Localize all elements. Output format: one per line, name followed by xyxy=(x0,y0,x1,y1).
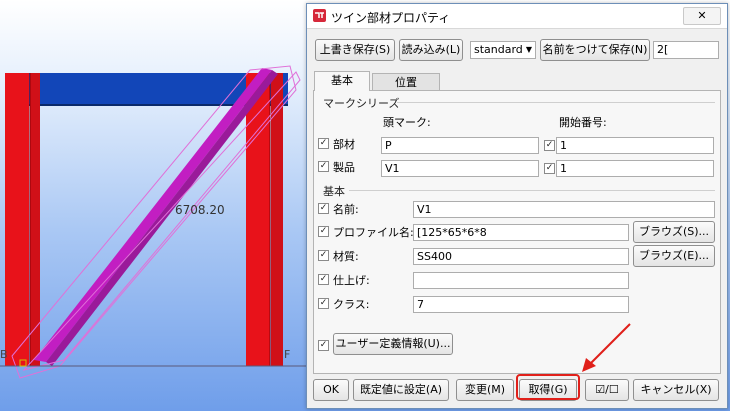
finish-label: 仕上げ: xyxy=(333,274,370,287)
finish-field[interactable] xyxy=(413,272,629,289)
overwrite-save-button[interactable]: 上書き保存(S) xyxy=(315,39,395,61)
divider xyxy=(397,102,715,103)
preset-selected-value: standard xyxy=(474,43,523,56)
name-checkbox[interactable]: ✓ xyxy=(318,203,329,214)
twin-member-properties-dialog: ツイン部材プロパティ ✕ 上書き保存(S) 読み込み(L) standard ▼… xyxy=(306,3,728,409)
part-checkbox[interactable]: ✓ xyxy=(318,138,329,149)
load-button[interactable]: 読み込み(L) xyxy=(399,39,463,61)
modify-button[interactable]: 変更(M) xyxy=(456,379,514,401)
udf-checkbox[interactable]: ✓ xyxy=(318,340,329,351)
column-left xyxy=(5,73,29,366)
diagonal-brace xyxy=(34,68,272,362)
part-start-field[interactable]: 1 xyxy=(556,137,714,154)
material-label: 材質: xyxy=(333,250,359,263)
chevron-down-icon: ▼ xyxy=(525,45,532,54)
start-number-column-label: 開始番号: xyxy=(559,116,607,129)
save-as-button[interactable]: 名前をつけて保存(N) xyxy=(540,39,650,61)
save-as-name-field[interactable]: 2[ xyxy=(653,41,719,59)
name-label: 名前: xyxy=(333,203,359,216)
ok-button[interactable]: OK xyxy=(313,379,349,401)
class-field[interactable]: 7 xyxy=(413,296,629,313)
preset-select[interactable]: standard ▼ xyxy=(470,41,536,59)
tab-basic[interactable]: 基本 xyxy=(314,71,370,91)
mark-series-heading: マークシリーズ xyxy=(323,97,400,110)
basic-heading: 基本 xyxy=(323,185,345,198)
close-icon: ✕ xyxy=(697,9,707,22)
title-bar[interactable]: ツイン部材プロパティ ✕ xyxy=(307,4,727,29)
profile-checkbox[interactable]: ✓ xyxy=(318,226,329,237)
class-label: クラス: xyxy=(333,298,370,311)
toggle-all-button[interactable]: ☑/☐ xyxy=(585,379,629,401)
profile-field[interactable]: [125*65*6*8 xyxy=(413,224,629,241)
dimension-label: 6708.20 xyxy=(175,203,225,217)
profile-label: プロファイル名: xyxy=(333,226,414,239)
annotation-arrow xyxy=(582,323,631,372)
assembly-start-field[interactable]: 1 xyxy=(556,160,714,177)
material-checkbox[interactable]: ✓ xyxy=(318,250,329,261)
grid-label-right: F xyxy=(284,348,291,361)
prefix-column-label: 頭マーク: xyxy=(383,116,431,129)
close-button[interactable]: ✕ xyxy=(683,7,721,25)
user-defined-info-button[interactable]: ユーザー定義情報(U)... xyxy=(333,333,453,355)
name-field[interactable]: V1 xyxy=(413,201,715,218)
set-default-button[interactable]: 既定値に設定(A) xyxy=(353,379,449,401)
grid-label-left: B xyxy=(0,348,8,361)
part-start-checkbox[interactable]: ✓ xyxy=(544,140,555,151)
app-icon xyxy=(313,9,326,22)
finish-checkbox[interactable]: ✓ xyxy=(318,274,329,285)
class-checkbox[interactable]: ✓ xyxy=(318,298,329,309)
part-prefix-field[interactable]: P xyxy=(381,137,539,154)
material-field[interactable]: SS400 xyxy=(413,248,629,265)
profile-browse-button[interactable]: ブラウズ(S)... xyxy=(633,221,715,243)
assembly-start-checkbox[interactable]: ✓ xyxy=(544,163,555,174)
assembly-checkbox[interactable]: ✓ xyxy=(318,161,329,172)
assembly-label: 製品 xyxy=(333,161,355,174)
assembly-prefix-field[interactable]: V1 xyxy=(381,160,539,177)
column-right xyxy=(246,73,270,366)
dialog-title: ツイン部材プロパティ xyxy=(331,11,451,25)
cancel-button[interactable]: キャンセル(X) xyxy=(633,379,719,401)
part-label: 部材 xyxy=(333,138,355,151)
divider xyxy=(349,190,715,191)
material-browse-button[interactable]: ブラウズ(E)... xyxy=(633,245,715,267)
